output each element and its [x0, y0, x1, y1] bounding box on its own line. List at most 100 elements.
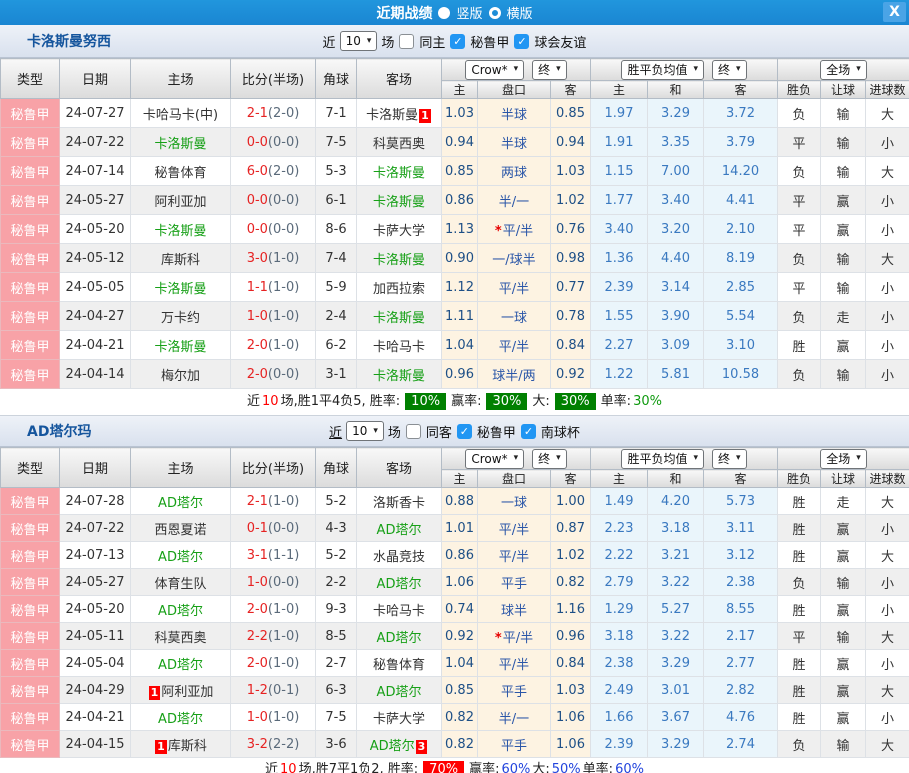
euro-away-odds-cell: 2.85: [704, 273, 778, 302]
result-wdl-cell: 胜: [778, 488, 821, 515]
horizontal-layout-radio-icon[interactable]: [489, 7, 501, 19]
home-team-cell: 1库斯科: [131, 731, 231, 758]
horizontal-layout-label[interactable]: 横版: [507, 3, 533, 22]
result-goals-cell: 大: [866, 157, 909, 186]
euro-draw-odds-cell: 7.00: [648, 157, 704, 186]
euro-draw-odds-cell: 4.20: [648, 488, 704, 515]
same-venue-checkbox[interactable]: [406, 424, 421, 439]
league-label[interactable]: 秘鲁甲: [477, 422, 516, 441]
match-row: 秘鲁甲24-07-22西恩夏诺0-1(0-0)4-3AD塔尔1.01平/半0.8…: [1, 515, 909, 542]
euro-away-odds-cell: 8.55: [704, 596, 778, 623]
asian-away-odds-cell: 1.06: [551, 731, 591, 758]
euro-draw-odds-cell: 5.81: [648, 360, 704, 389]
euro-away-odds-cell: 2.10: [704, 215, 778, 244]
asian-away-odds-cell: 1.16: [551, 596, 591, 623]
score-cell: 0-0(0-0): [231, 186, 316, 215]
match-count-select[interactable]: 10▾: [340, 31, 378, 51]
vertical-layout-label[interactable]: 竖版: [456, 3, 482, 22]
cup-checkbox[interactable]: ✓: [514, 34, 529, 49]
result-handicap-cell: 输: [821, 244, 866, 273]
match-row: 秘鲁甲24-04-151库斯科3-2(2-2)3-6AD塔尔30.82平手1.0…: [1, 731, 909, 758]
asian-handicap-cell: 半/一: [478, 186, 551, 215]
score-cell: 2-1(1-0): [231, 488, 316, 515]
result-wdl-cell: 负: [778, 244, 821, 273]
result-wdl-cell: 胜: [778, 596, 821, 623]
result-handicap-cell: 赢: [821, 596, 866, 623]
close-icon[interactable]: X: [883, 2, 906, 22]
match-row: 秘鲁甲24-05-27体育生队1-0(0-0)2-2AD塔尔1.06平手0.82…: [1, 569, 909, 596]
asian-home-odds-cell: 1.12: [442, 273, 478, 302]
match-row: 秘鲁甲24-07-28AD塔尔2-1(1-0)5-2洛斯香卡0.88一球1.00…: [1, 488, 909, 515]
red-card-badge: 3: [416, 740, 428, 754]
vertical-layout-radio-icon[interactable]: [438, 7, 450, 19]
corner-cell: 7-4: [316, 244, 357, 273]
corner-cell: 5-2: [316, 488, 357, 515]
result-handicap-cell: 输: [821, 273, 866, 302]
result-wdl-cell: 平: [778, 186, 821, 215]
result-handicap-cell: 赢: [821, 704, 866, 731]
result-wdl-cell: 负: [778, 302, 821, 331]
date-cell: 24-05-04: [60, 650, 131, 677]
score-cell: 1-2(0-1): [231, 677, 316, 704]
corner-cell: 8-5: [316, 623, 357, 650]
summary-segment: 大:: [532, 394, 549, 409]
scope-select[interactable]: 全场▾: [820, 60, 867, 80]
away-team-cell: AD塔尔: [357, 677, 442, 704]
asian-final-select[interactable]: 终▾: [532, 449, 567, 469]
asian-handicap-cell: *平/半: [478, 623, 551, 650]
asian-final-select[interactable]: 终▾: [532, 60, 567, 80]
scope-select[interactable]: 全场▾: [820, 449, 867, 469]
result-goals-cell: 小: [866, 302, 909, 331]
corner-cell: 2-2: [316, 569, 357, 596]
section-header: AD塔尔玛 近 10▾ 场 同客 ✓ 秘鲁甲 ✓ 南球杯: [0, 416, 909, 447]
same-venue-label[interactable]: 同客: [426, 422, 452, 441]
home-team-cell: AD塔尔: [131, 704, 231, 731]
league-type-cell: 秘鲁甲: [1, 215, 60, 244]
result-goals-cell: 大: [866, 542, 909, 569]
league-checkbox[interactable]: ✓: [450, 34, 465, 49]
home-team-cell: 万卡约: [131, 302, 231, 331]
asian-away-odds-cell: 1.02: [551, 186, 591, 215]
summary-segment: 场,胜7平1负2, 胜率:: [299, 762, 419, 773]
match-count-select[interactable]: 10▾: [346, 421, 384, 441]
euro-draw-odds-cell: 3.40: [648, 186, 704, 215]
cup-label[interactable]: 球会友谊: [534, 32, 586, 51]
cup-label[interactable]: 南球杯: [541, 422, 580, 441]
asian-provider-select[interactable]: Crow*▾: [465, 449, 524, 469]
col-euro-home: 主: [591, 470, 648, 488]
euro-away-odds-cell: 10.58: [704, 360, 778, 389]
result-handicap-cell: 输: [821, 128, 866, 157]
result-wdl-cell: 负: [778, 157, 821, 186]
euro-final-select[interactable]: 终▾: [712, 449, 747, 469]
asian-away-odds-cell: 0.94: [551, 128, 591, 157]
col-corner: 角球: [316, 448, 357, 488]
cup-checkbox[interactable]: ✓: [521, 424, 536, 439]
match-row: 秘鲁甲24-07-27卡哈马卡(中)2-1(2-0)7-1卡洛斯曼11.03半球…: [1, 99, 909, 128]
euro-final-select[interactable]: 终▾: [712, 60, 747, 80]
league-type-cell: 秘鲁甲: [1, 731, 60, 758]
same-venue-checkbox[interactable]: [399, 34, 414, 49]
same-venue-label[interactable]: 同主: [419, 32, 445, 51]
home-team-cell: 库斯科: [131, 244, 231, 273]
result-wdl-cell: 平: [778, 273, 821, 302]
away-team-cell: 秘鲁体育: [357, 650, 442, 677]
result-handicap-cell: 输: [821, 623, 866, 650]
home-team-cell: 1阿利亚加: [131, 677, 231, 704]
col-home: 主场: [131, 448, 231, 488]
asian-provider-select[interactable]: Crow*▾: [465, 60, 524, 80]
summary-segment: 单率:: [601, 394, 631, 409]
euro-provider-select[interactable]: 胜平负均值▾: [621, 449, 704, 469]
euro-away-odds-cell: 3.79: [704, 128, 778, 157]
euro-home-odds-cell: 2.22: [591, 542, 648, 569]
result-handicap-cell: 赢: [821, 677, 866, 704]
match-row: 秘鲁甲24-05-27阿利亚加0-0(0-0)6-1卡洛斯曼0.86半/一1.0…: [1, 186, 909, 215]
asian-away-odds-cell: 0.98: [551, 244, 591, 273]
chevron-down-icon: ▾: [556, 65, 561, 74]
euro-provider-select[interactable]: 胜平负均值▾: [621, 60, 704, 80]
date-cell: 24-04-21: [60, 331, 131, 360]
league-type-cell: 秘鲁甲: [1, 157, 60, 186]
league-checkbox[interactable]: ✓: [457, 424, 472, 439]
match-row: 秘鲁甲24-05-04AD塔尔2-0(1-0)2-7秘鲁体育1.04平/半0.8…: [1, 650, 909, 677]
chevron-down-icon: ▾: [736, 65, 741, 74]
league-label[interactable]: 秘鲁甲: [470, 32, 509, 51]
